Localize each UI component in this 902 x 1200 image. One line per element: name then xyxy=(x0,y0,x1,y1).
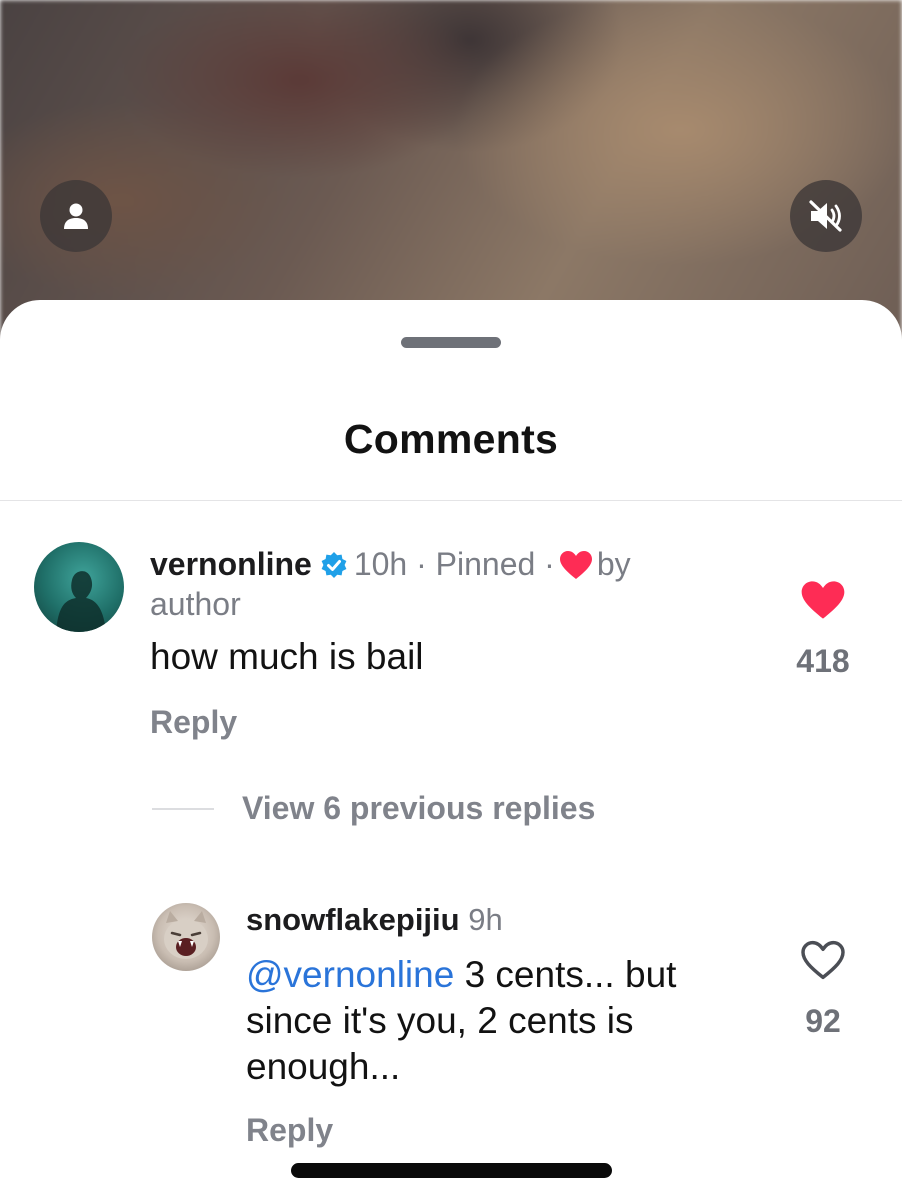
profile-button[interactable] xyxy=(40,180,112,252)
mention-link[interactable]: @vernonline xyxy=(246,954,454,995)
cat-avatar-image xyxy=(164,911,208,959)
reply-button[interactable]: Reply xyxy=(150,704,237,741)
mute-button[interactable] xyxy=(790,180,862,252)
comment-text: how much is bail xyxy=(150,636,424,677)
view-previous-replies[interactable]: View 6 previous replies xyxy=(152,790,595,827)
avatar-image xyxy=(56,571,106,632)
reply-time: 9h xyxy=(468,902,503,937)
sheet-title: Comments xyxy=(343,416,559,462)
like-button[interactable]: 418 xyxy=(778,580,868,680)
comment-header: vernonline 10h · Pinned · by author xyxy=(150,544,710,624)
reply-header: snowflakepijiu 9h xyxy=(246,900,503,940)
speaker-muted-icon xyxy=(809,200,842,232)
reply-to-reply-button[interactable]: Reply xyxy=(246,1112,333,1149)
heart-outline-icon xyxy=(801,940,845,980)
heart-filled-icon xyxy=(801,581,845,619)
reply-like-count: 92 xyxy=(805,1003,841,1039)
home-indicator[interactable] xyxy=(291,1163,612,1178)
heart-icon xyxy=(559,551,592,579)
verified-badge-icon xyxy=(321,552,347,578)
avatar[interactable] xyxy=(34,542,124,632)
comment-meta: · Pinned · xyxy=(416,546,555,582)
like-count: 418 xyxy=(796,643,850,679)
reply-text: @vernonline 3 cents... but since it's yo… xyxy=(246,952,746,1090)
sheet-grabber[interactable] xyxy=(401,337,501,348)
reply-username[interactable]: snowflakepijiu xyxy=(246,902,460,937)
comment-time: 10h xyxy=(353,546,408,582)
reply-avatar[interactable] xyxy=(152,903,220,971)
reply-like-button[interactable]: 92 xyxy=(778,940,868,1040)
comment-username[interactable]: vernonline xyxy=(150,546,312,582)
video-background xyxy=(0,0,902,340)
header-divider xyxy=(0,500,902,501)
view-replies-label: View 6 previous replies xyxy=(242,790,596,826)
comments-sheet: Comments vernonline 10h · Pinned · by au… xyxy=(0,300,902,1200)
replies-divider-line xyxy=(152,807,214,810)
person-icon xyxy=(64,203,88,229)
